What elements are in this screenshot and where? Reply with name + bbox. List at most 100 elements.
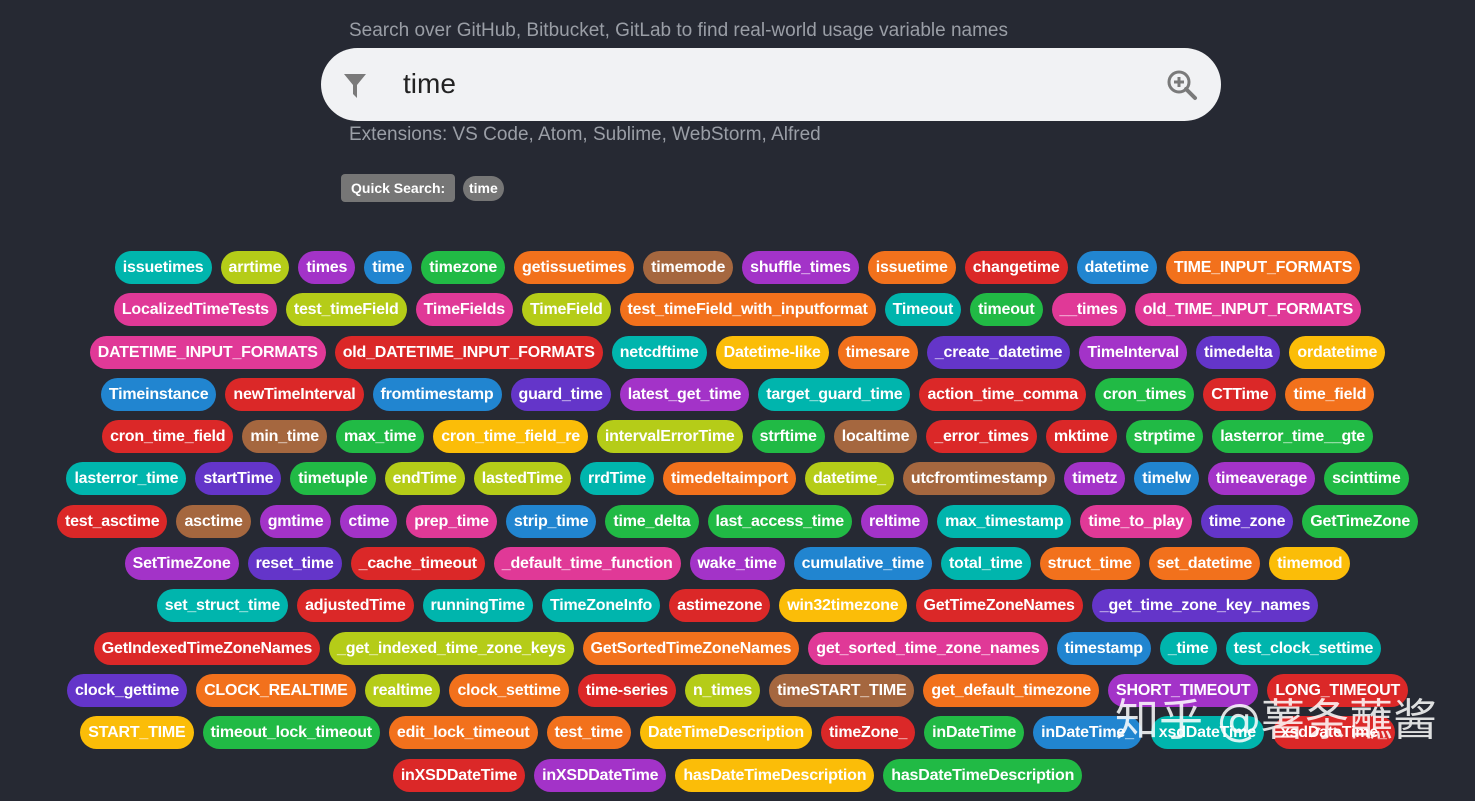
- variable-tag[interactable]: strip_time: [505, 504, 597, 538]
- variable-tag[interactable]: time: [364, 251, 413, 284]
- variable-tag[interactable]: timezone: [421, 251, 506, 284]
- variable-tag[interactable]: GetTimeZone: [1302, 504, 1419, 538]
- variable-tag[interactable]: START_TIME: [80, 716, 194, 750]
- variable-tag[interactable]: runningTime: [422, 589, 533, 623]
- variable-tag[interactable]: GetTimeZoneNames: [915, 589, 1083, 623]
- variable-tag[interactable]: strftime: [751, 420, 825, 454]
- variable-tag[interactable]: startTime: [195, 462, 282, 496]
- filter-icon[interactable]: [343, 72, 367, 100]
- variable-tag[interactable]: TimeZoneInfo: [541, 589, 661, 623]
- variable-tag[interactable]: timedeltaimport: [662, 462, 796, 496]
- variable-tag[interactable]: timemod: [1269, 547, 1351, 581]
- variable-tag[interactable]: test_timeField_with_inputformat: [619, 293, 876, 327]
- variable-tag[interactable]: _cache_timeout: [350, 547, 485, 581]
- variable-tag[interactable]: time_field: [1285, 377, 1375, 411]
- variable-tag[interactable]: cron_time_field: [102, 420, 234, 454]
- variable-tag[interactable]: set_datetime: [1148, 547, 1261, 581]
- variable-tag[interactable]: timemode: [643, 251, 734, 284]
- variable-tag[interactable]: lasterror_time: [66, 462, 187, 496]
- variable-tag[interactable]: xsdDateTime: [1150, 716, 1264, 750]
- variable-tag[interactable]: __times: [1051, 293, 1126, 327]
- variable-tag[interactable]: DateTimeDescription: [640, 716, 812, 750]
- variable-tag[interactable]: old_TIME_INPUT_FORMATS: [1134, 293, 1362, 327]
- variable-tag[interactable]: Timeout: [884, 293, 962, 327]
- variable-tag[interactable]: ctime: [340, 504, 398, 538]
- variable-tag[interactable]: action_time_comma: [919, 377, 1086, 411]
- variable-tag[interactable]: fromtimestamp: [372, 377, 502, 411]
- variable-tag[interactable]: scinttime: [1324, 462, 1409, 496]
- variable-tag[interactable]: min_time: [242, 420, 327, 454]
- variable-tag[interactable]: timetuple: [290, 462, 376, 496]
- variable-tag[interactable]: prep_time: [406, 504, 497, 538]
- variable-tag[interactable]: time-series: [577, 673, 676, 707]
- variable-tag[interactable]: cron_time_field_re: [433, 420, 588, 454]
- zoom-in-icon[interactable]: [1166, 69, 1198, 101]
- variable-tag[interactable]: set_struct_time: [156, 589, 289, 623]
- variable-tag[interactable]: arrtime: [220, 251, 290, 284]
- variable-tag[interactable]: clock_settime: [449, 673, 569, 707]
- variable-tag[interactable]: Datetime-like: [715, 335, 829, 369]
- variable-tag[interactable]: xsdDateTime_: [1272, 716, 1395, 750]
- variable-tag[interactable]: mktime: [1045, 420, 1117, 454]
- variable-tag[interactable]: old_DATETIME_INPUT_FORMATS: [334, 335, 603, 369]
- variable-tag[interactable]: changetime: [964, 251, 1068, 284]
- variable-tag[interactable]: _default_time_function: [493, 547, 681, 581]
- variable-tag[interactable]: timeSTART_TIME: [769, 673, 915, 707]
- variable-tag[interactable]: reset_time: [247, 547, 342, 581]
- variable-tag[interactable]: endTime: [384, 462, 465, 496]
- variable-tag[interactable]: test_asctime: [56, 504, 168, 538]
- variable-tag[interactable]: _create_datetime: [926, 335, 1071, 369]
- variable-tag[interactable]: max_timestamp: [937, 504, 1072, 538]
- variable-tag[interactable]: time_zone: [1200, 504, 1294, 538]
- variable-tag[interactable]: test_clock_settime: [1225, 631, 1382, 665]
- variable-tag[interactable]: inXSDDateTime: [534, 758, 667, 792]
- variable-tag[interactable]: test_time: [546, 716, 631, 750]
- variable-tag[interactable]: asctime: [176, 504, 251, 538]
- variable-tag[interactable]: getissuetimes: [514, 251, 635, 284]
- variable-tag[interactable]: _get_indexed_time_zone_keys: [329, 631, 574, 665]
- variable-tag[interactable]: time_delta: [605, 504, 699, 538]
- variable-tag[interactable]: strptime: [1125, 420, 1204, 454]
- variable-tag[interactable]: total_time: [941, 547, 1031, 581]
- variable-tag[interactable]: timeZone_: [820, 716, 916, 750]
- variable-tag[interactable]: struct_time: [1039, 547, 1140, 581]
- variable-tag[interactable]: ordatetime: [1289, 335, 1386, 369]
- variable-tag[interactable]: target_guard_time: [758, 377, 911, 411]
- variable-tag[interactable]: inDateTime_: [1033, 716, 1142, 750]
- variable-tag[interactable]: wake_time: [689, 547, 785, 581]
- variable-tag[interactable]: issuetimes: [114, 251, 212, 284]
- variable-tag[interactable]: SetTimeZone: [124, 547, 239, 581]
- variable-tag[interactable]: timeaverage: [1207, 462, 1316, 496]
- variable-tag[interactable]: realtime: [364, 673, 441, 707]
- variable-tag[interactable]: guard_time: [510, 377, 611, 411]
- variable-tag[interactable]: issuetime: [867, 251, 956, 284]
- variable-tag[interactable]: lasterror_time__gte: [1212, 420, 1373, 454]
- variable-tag[interactable]: latest_get_time: [619, 377, 750, 411]
- variable-tag[interactable]: inXSDDateTime: [392, 758, 526, 792]
- variable-tag[interactable]: n_times: [684, 673, 761, 707]
- variable-tag[interactable]: TimeInterval: [1079, 335, 1187, 369]
- variable-tag[interactable]: CLOCK_REALTIME: [196, 673, 356, 707]
- variable-tag[interactable]: hasDateTimeDescription: [883, 758, 1083, 792]
- variable-tag[interactable]: timesare: [837, 335, 918, 369]
- variable-tag[interactable]: win32timezone: [779, 589, 907, 623]
- variable-tag[interactable]: hasDateTimeDescription: [675, 758, 875, 792]
- variable-tag[interactable]: newTimeInterval: [225, 377, 364, 411]
- variable-tag[interactable]: netcdftime: [611, 335, 707, 369]
- variable-tag[interactable]: _time: [1159, 631, 1217, 665]
- variable-tag[interactable]: TIME_INPUT_FORMATS: [1165, 251, 1361, 284]
- variable-tag[interactable]: SHORT_TIMEOUT: [1108, 673, 1259, 707]
- variable-tag[interactable]: timestamp: [1056, 631, 1151, 665]
- variable-tag[interactable]: datetime: [1076, 251, 1157, 284]
- variable-tag[interactable]: timelw: [1134, 462, 1199, 496]
- quick-search-tag[interactable]: time: [463, 176, 504, 201]
- variable-tag[interactable]: time_to_play: [1080, 504, 1192, 538]
- variable-tag[interactable]: Timeinstance: [100, 377, 217, 411]
- variable-tag[interactable]: max_time: [336, 420, 425, 454]
- variable-tag[interactable]: clock_gettime: [66, 673, 188, 707]
- variable-tag[interactable]: test_timeField: [285, 293, 407, 327]
- variable-tag[interactable]: shuffle_times: [742, 251, 859, 284]
- variable-tag[interactable]: times: [298, 251, 356, 284]
- variable-tag[interactable]: localtime: [833, 420, 918, 454]
- search-input[interactable]: [403, 62, 1143, 106]
